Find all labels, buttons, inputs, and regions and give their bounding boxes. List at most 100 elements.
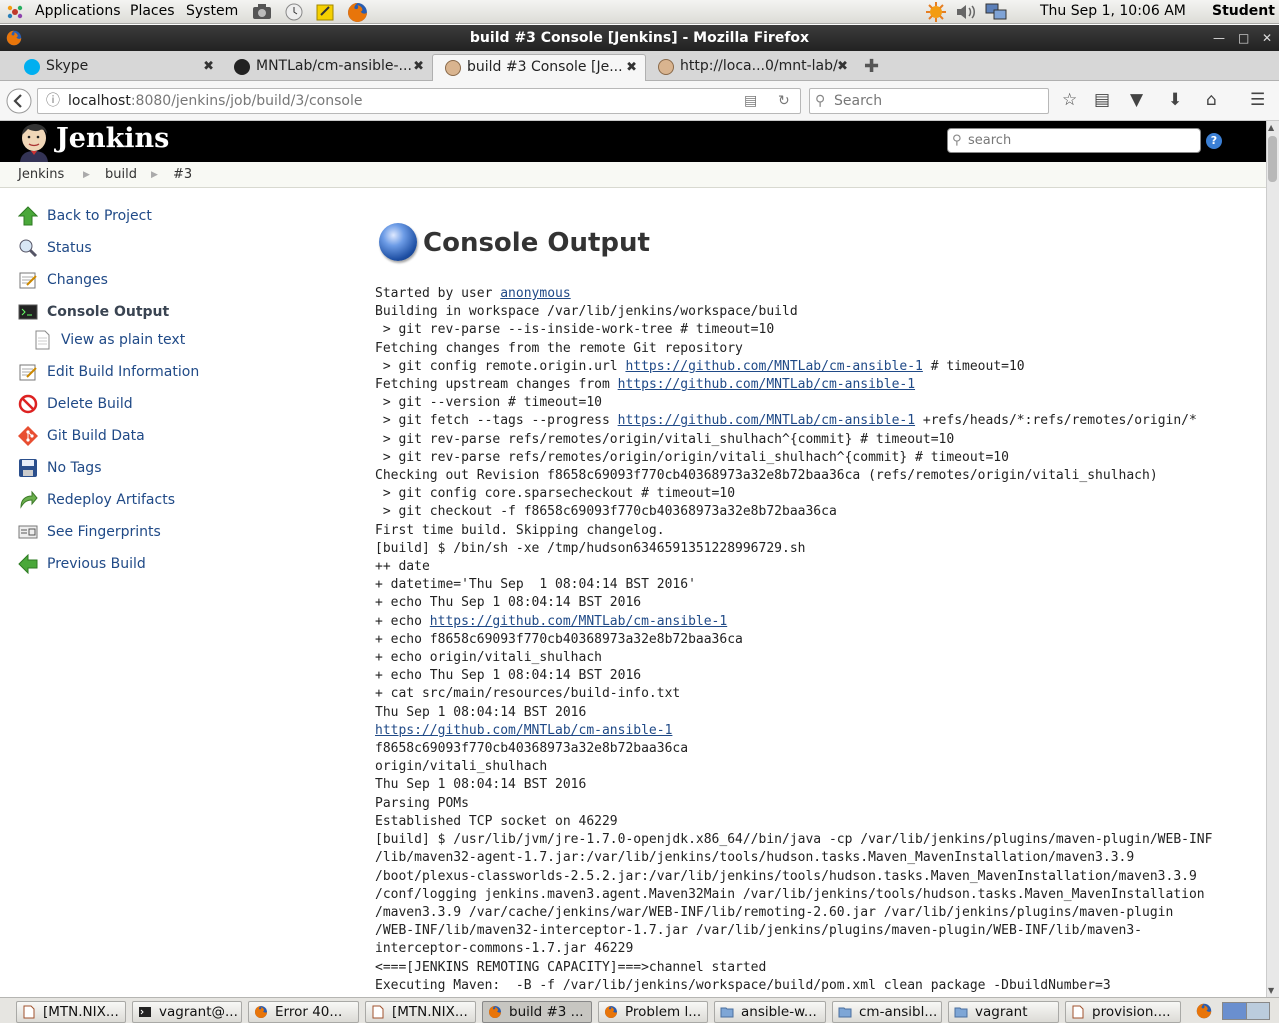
search-bar[interactable]: ⚲ Search — [809, 88, 1049, 114]
task-label: Edit Build Information — [47, 364, 200, 380]
pocket-icon[interactable]: ▼ — [1130, 90, 1143, 110]
task-back-to-project[interactable]: Back to Project — [18, 204, 152, 228]
taskbar-button[interactable]: build #3 ... — [482, 1001, 592, 1023]
task-redeploy-artifacts[interactable]: Redeploy Artifacts — [18, 488, 175, 512]
info-icon[interactable]: ⓘ — [46, 89, 60, 113]
taskbar-button[interactable]: [MTN.NIX... — [16, 1001, 126, 1023]
console-line: /maven3.3.9 /var/cache/jenkins/war/WEB-I… — [375, 904, 1174, 920]
task-previous-build[interactable]: Previous Build — [18, 552, 146, 576]
taskbar-button[interactable]: ansible-w... — [714, 1001, 826, 1023]
desktop-top-panel: Applications Places System Thu Sep 1, 10… — [0, 0, 1279, 24]
console-line: /conf/logging jenkins.maven3.agent.Maven… — [375, 886, 1205, 902]
console-link[interactable]: https://github.com/MNTLab/cm-ansible-1 — [618, 377, 915, 392]
task-label: Back to Project — [47, 208, 152, 224]
firefox-launcher-icon[interactable] — [347, 2, 368, 23]
page-title: Console Output — [423, 228, 650, 258]
taskbar-button[interactable]: cm-ansibl... — [832, 1001, 942, 1023]
back-icon[interactable] — [6, 88, 32, 114]
url-host: localhost — [68, 93, 131, 109]
console-link[interactable]: https://github.com/MNTLab/cm-ansible-1 — [625, 359, 922, 374]
console-link[interactable]: anonymous — [500, 286, 570, 301]
jenkins-brand[interactable]: Jenkins — [56, 123, 169, 154]
tab-close-icon[interactable]: ✖ — [837, 54, 848, 79]
console-link[interactable]: https://github.com/MNTLab/cm-ansible-1 — [618, 413, 915, 428]
page-scrollbar[interactable] — [1266, 121, 1279, 997]
menu-applications[interactable]: Applications — [35, 3, 121, 19]
gnome-foot-icon[interactable] — [6, 3, 24, 21]
new-tab-icon[interactable]: ✚ — [864, 56, 879, 77]
jenkins-butler-logo-icon[interactable] — [16, 123, 52, 162]
taskbar-button[interactable]: provision.... — [1065, 1001, 1181, 1023]
tab-close-icon[interactable]: ✖ — [626, 55, 637, 80]
tab-close-icon[interactable]: ✖ — [203, 54, 214, 79]
menu-places[interactable]: Places — [130, 3, 175, 19]
clock-app-icon[interactable] — [284, 2, 304, 22]
tab-mnt-lab[interactable]: http://loca...0/mnt-lab/ ✖ — [646, 54, 856, 81]
console-link[interactable]: https://github.com/MNTLab/cm-ansible-1 — [375, 723, 672, 738]
folder-icon — [838, 1007, 852, 1018]
console-line: [build] $ /bin/sh -xe /tmp/hudson6346591… — [375, 540, 806, 556]
task-git-build-data[interactable]: Git Build Data — [18, 424, 145, 448]
jenkins-search-input[interactable]: ⚲ search — [947, 128, 1201, 153]
taskbar-button[interactable]: Problem l... — [598, 1001, 708, 1023]
firefox-tray-icon[interactable] — [1196, 1003, 1212, 1019]
taskbar-button[interactable]: [MTN.NIX... — [365, 1001, 476, 1023]
tab-build-console[interactable]: build #3 Console [Je... ✖ — [432, 54, 646, 81]
jenkins-icon — [658, 59, 674, 75]
console-line: > git checkout -f f8658c69093f770cb40368… — [375, 504, 837, 520]
clock[interactable]: Thu Sep 1, 10:06 AM — [1040, 3, 1186, 19]
search-icon: ⚲ — [815, 93, 826, 109]
bookmark-star-icon[interactable]: ☆ — [1062, 90, 1077, 110]
task-view-plain-text[interactable]: View as plain text — [32, 328, 185, 352]
taskbar-button[interactable]: vagrant@... — [132, 1001, 242, 1023]
tab-github[interactable]: MNTLab/cm-ansible-... ✖ — [222, 54, 432, 81]
arrow-left-icon — [18, 554, 38, 574]
window-titlebar[interactable]: build #3 Console [Jenkins] - Mozilla Fir… — [0, 25, 1279, 51]
task-status[interactable]: Status — [18, 236, 92, 260]
menu-system[interactable]: System — [186, 3, 238, 19]
user-name[interactable]: Student — [1212, 3, 1275, 19]
scroll-down-icon[interactable]: ▼ — [1268, 986, 1274, 995]
taskbar-button[interactable]: Error 40... — [248, 1001, 359, 1023]
taskbar-button-label: ansible-w... — [741, 1004, 817, 1020]
notes-icon[interactable] — [315, 2, 335, 22]
task-console-output[interactable]: Console Output — [18, 300, 169, 324]
reading-list-icon[interactable]: ▤ — [1094, 90, 1110, 110]
task-changes[interactable]: Changes — [18, 268, 108, 292]
console-line: + echo f8658c69093f770cb40368973a32e8b72… — [375, 631, 743, 647]
breadcrumb-build[interactable]: build — [105, 167, 137, 182]
hamburger-menu-icon[interactable]: ☰ — [1250, 90, 1265, 110]
home-icon[interactable]: ⌂ — [1206, 90, 1217, 110]
close-icon[interactable]: ✕ — [1262, 25, 1272, 51]
taskbar-button[interactable]: vagrant — [948, 1001, 1059, 1023]
reload-icon[interactable]: ↻ — [778, 89, 790, 113]
console-link[interactable]: https://github.com/MNTLab/cm-ansible-1 — [430, 614, 727, 629]
volume-icon[interactable] — [955, 3, 977, 21]
console-output: Started by user anonymous Building in wor… — [375, 285, 1255, 995]
breadcrumb-separator-icon: ▶ — [151, 170, 158, 180]
breadcrumb-jenkins[interactable]: Jenkins — [18, 167, 64, 182]
taskbar-button-label: vagrant@... — [159, 1004, 238, 1020]
breadcrumb-separator-icon: ▶ — [83, 170, 90, 180]
task-delete-build[interactable]: Delete Build — [18, 392, 133, 416]
minimize-icon[interactable]: — — [1213, 25, 1225, 51]
update-notifier-icon[interactable] — [926, 2, 946, 22]
network-icon[interactable] — [985, 2, 1007, 22]
url-bar[interactable]: ⓘ localhost:8080/jenkins/job/build/3/con… — [37, 88, 801, 114]
reader-view-icon[interactable]: ▤ — [744, 89, 757, 113]
document-icon — [35, 330, 50, 350]
search-placeholder: Search — [834, 93, 883, 109]
tab-skype[interactable]: Skype ✖ — [12, 54, 222, 81]
task-edit-build-information[interactable]: Edit Build Information — [18, 360, 199, 384]
page-scrollbar-thumb[interactable] — [1268, 136, 1277, 182]
maximize-icon[interactable]: □ — [1238, 25, 1249, 51]
tab-close-icon[interactable]: ✖ — [413, 54, 424, 79]
task-no-tags[interactable]: No Tags — [18, 456, 101, 480]
download-icon[interactable]: ⬇ — [1168, 90, 1182, 110]
workspace-switcher[interactable] — [1222, 1002, 1270, 1020]
help-icon[interactable]: ? — [1206, 133, 1222, 149]
task-see-fingerprints[interactable]: See Fingerprints — [18, 520, 161, 544]
scroll-up-icon[interactable]: ▲ — [1268, 123, 1274, 132]
screenshot-icon[interactable] — [252, 3, 272, 21]
breadcrumb-build-number[interactable]: #3 — [173, 167, 192, 182]
